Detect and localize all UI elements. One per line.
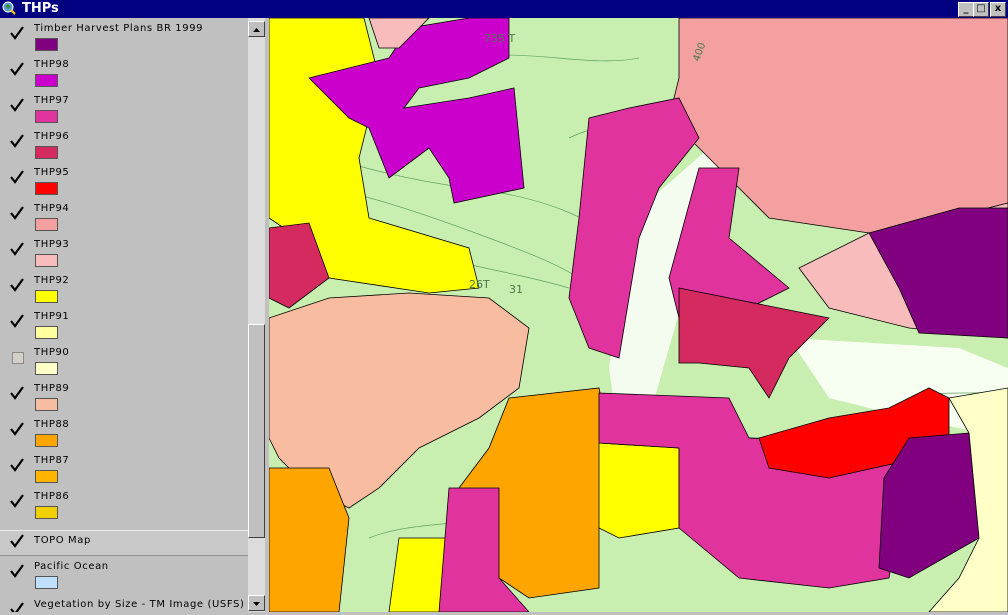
layer-label: THP86	[34, 491, 70, 502]
layer-item[interactable]: THP87	[0, 450, 248, 486]
close-button[interactable]: x	[990, 2, 1006, 17]
layer-visibility-checkbox-checked[interactable]	[10, 564, 24, 578]
legend-swatch	[35, 470, 58, 483]
map-view[interactable]: 735 T 26T 31 400	[269, 18, 1008, 612]
minimize-button[interactable]: _	[958, 2, 974, 17]
arrow-up-icon	[253, 28, 260, 32]
layer-visibility-checkbox-checked[interactable]	[10, 134, 24, 148]
layer-visibility-checkbox-checked[interactable]	[10, 494, 24, 508]
legend-swatch	[35, 146, 58, 159]
legend-swatch	[35, 254, 58, 267]
legend-swatch	[35, 326, 58, 339]
layer-label: THP97	[34, 95, 70, 106]
legend-swatch	[35, 576, 58, 589]
layer-label: THP88	[34, 419, 70, 430]
layer-label: Pacific Ocean	[34, 561, 109, 572]
topo-label-26t: 26T	[469, 278, 490, 291]
layer-visibility-checkbox-checked[interactable]	[10, 170, 24, 184]
window-title: THPs	[22, 1, 59, 16]
layer-item[interactable]: THP93	[0, 234, 248, 270]
layer-item[interactable]: THP86	[0, 486, 248, 522]
layer-label: THP92	[34, 275, 70, 286]
layer-label: Timber Harvest Plans BR 1999	[34, 23, 204, 34]
layer-visibility-checkbox-checked[interactable]	[10, 62, 24, 76]
layer-label: THP94	[34, 203, 70, 214]
arcview-globe-icon	[2, 1, 16, 15]
layer-label: THP91	[34, 311, 70, 322]
layer-label: THP87	[34, 455, 70, 466]
legend-swatch	[35, 38, 58, 51]
scroll-down-button[interactable]	[248, 595, 265, 611]
map-canvas[interactable]: 735 T 26T 31 400	[269, 18, 1008, 612]
thp88-polygon-b	[269, 467, 350, 612]
layer-visibility-checkbox-checked[interactable]	[10, 602, 24, 612]
layer-visibility-checkbox-checked[interactable]	[10, 98, 24, 112]
layer-item[interactable]: THP98	[0, 54, 248, 90]
layer-item[interactable]: TOPO Map	[0, 530, 248, 556]
layer-visibility-checkbox-checked[interactable]	[10, 458, 24, 472]
layer-item[interactable]: THP96	[0, 126, 248, 162]
layer-item[interactable]: THP94	[0, 198, 248, 234]
layer-visibility-checkbox-checked[interactable]	[10, 386, 24, 400]
maximize-button[interactable]: □	[973, 2, 989, 17]
layer-visibility-checkbox-checked[interactable]	[10, 278, 24, 292]
arrow-down-icon	[253, 602, 260, 606]
legend-swatch	[35, 290, 58, 303]
legend-swatch	[35, 362, 58, 375]
layer-visibility-checkbox-checked[interactable]	[10, 206, 24, 220]
layer-item[interactable]: THP97	[0, 90, 248, 126]
layer-label: THP95	[34, 167, 70, 178]
legend-swatch	[35, 398, 58, 411]
layer-item[interactable]: THP95	[0, 162, 248, 198]
layer-item[interactable]: THP92	[0, 270, 248, 306]
layer-item[interactable]: Timber Harvest Plans BR 1999	[0, 18, 248, 54]
legend-swatch	[35, 434, 58, 447]
legend-swatch	[35, 110, 58, 123]
layer-item[interactable]: THP89	[0, 378, 248, 414]
legend-swatch	[35, 506, 58, 519]
layer-item[interactable]: THP88	[0, 414, 248, 450]
legend-swatch	[35, 218, 58, 231]
layer-visibility-checkbox-checked[interactable]	[10, 314, 24, 328]
layer-visibility-checkbox-checked[interactable]	[10, 534, 24, 548]
layer-label: THP98	[34, 59, 70, 70]
legend-swatch	[35, 182, 58, 195]
layer-item[interactable]: THP91	[0, 306, 248, 342]
layer-visibility-checkbox-unchecked[interactable]	[12, 352, 24, 364]
layer-visibility-checkbox-checked[interactable]	[10, 26, 24, 40]
layer-label: TOPO Map	[34, 535, 91, 546]
thp92-polygon-b	[598, 442, 680, 539]
layer-label: THP96	[34, 131, 70, 142]
title-bar: THPs _ □ x	[0, 0, 1008, 18]
layer-visibility-checkbox-checked[interactable]	[10, 242, 24, 256]
scroll-thumb[interactable]	[248, 324, 265, 538]
layer-item[interactable]: THP90	[0, 342, 248, 378]
layer-item[interactable]: Vegetation by Size - TM Image (USFS)	[0, 594, 248, 612]
topo-label-735: 735 T	[484, 32, 515, 45]
legend-swatch	[35, 74, 58, 87]
layer-item[interactable]: Pacific Ocean	[0, 556, 248, 592]
layer-label: THP89	[34, 383, 70, 394]
table-of-contents: Timber Harvest Plans BR 1999 THP98 THP97 TH…	[0, 18, 248, 612]
layer-visibility-checkbox-checked[interactable]	[10, 422, 24, 436]
layer-label: THP93	[34, 239, 70, 250]
topo-label-31: 31	[509, 283, 523, 296]
layer-label: THP90	[34, 347, 70, 358]
layer-label: Vegetation by Size - TM Image (USFS)	[34, 599, 245, 610]
toc-scrollbar[interactable]	[248, 18, 265, 612]
scroll-up-button[interactable]	[248, 21, 265, 37]
